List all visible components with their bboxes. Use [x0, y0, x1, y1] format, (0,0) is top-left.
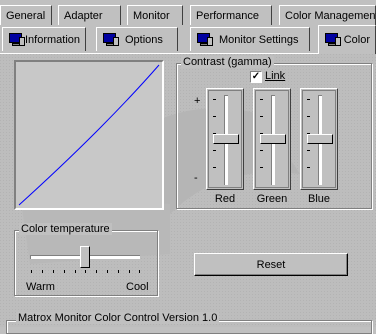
tab-general[interactable]: General	[0, 5, 52, 25]
tab-label: Color Management	[285, 9, 376, 22]
blue-slider-thumb[interactable]	[307, 134, 333, 144]
tab-information[interactable]: Information	[2, 27, 86, 51]
link-label: Link	[265, 70, 286, 82]
version-text: Matrox Monitor Color Control Version 1.0	[16, 312, 220, 324]
red-label: Red	[214, 193, 236, 205]
green-slider-thumb[interactable]	[260, 134, 286, 144]
red-slider[interactable]	[206, 88, 244, 190]
tab-color-management[interactable]: Color Management	[279, 5, 376, 25]
color-temperature-slider[interactable]	[22, 242, 146, 278]
color-temperature-title: Color temperature	[19, 223, 112, 235]
tab-monitor[interactable]: Monitor	[127, 5, 183, 25]
tab-label: Adapter	[64, 9, 103, 22]
warm-label: Warm	[26, 281, 55, 293]
gamma-curve-graph	[14, 60, 164, 210]
blue-slider[interactable]	[300, 88, 338, 190]
color-temperature-thumb[interactable]	[80, 246, 90, 268]
green-label: Green	[256, 193, 288, 205]
tab-color[interactable]: Color	[318, 25, 376, 54]
gamma-curve	[18, 64, 160, 206]
tab-label: Color	[343, 34, 370, 46]
tab-monitor-settings[interactable]: Monitor Settings	[190, 27, 310, 51]
reset-button[interactable]: Reset	[194, 253, 348, 276]
tab-label: Performance	[196, 9, 259, 22]
green-slider[interactable]	[253, 88, 291, 190]
tab-label: General	[6, 9, 46, 22]
contrast-group-title: Contrast (gamma)	[181, 56, 274, 68]
plus-label: +	[194, 95, 201, 107]
red-slider-thumb[interactable]	[213, 134, 239, 144]
tab-adapter[interactable]: Adapter	[58, 5, 121, 25]
monitor-icon	[196, 32, 214, 47]
tab-label: Monitor Settings	[219, 33, 299, 46]
cool-label: Cool	[126, 281, 149, 293]
tab-label: Information	[24, 33, 80, 46]
tab-label: Options	[125, 33, 163, 46]
minus-label: -	[194, 172, 198, 184]
monitor-icon	[102, 32, 120, 47]
tab-performance[interactable]: Performance	[190, 5, 272, 25]
tab-options[interactable]: Options	[96, 27, 178, 51]
link-checkbox[interactable]: ✓	[250, 71, 262, 83]
monitor-icon	[324, 33, 341, 47]
monitor-icon	[8, 32, 25, 47]
blue-label: Blue	[307, 193, 331, 205]
reset-button-label: Reset	[256, 258, 286, 271]
tab-label: Monitor	[133, 9, 170, 22]
